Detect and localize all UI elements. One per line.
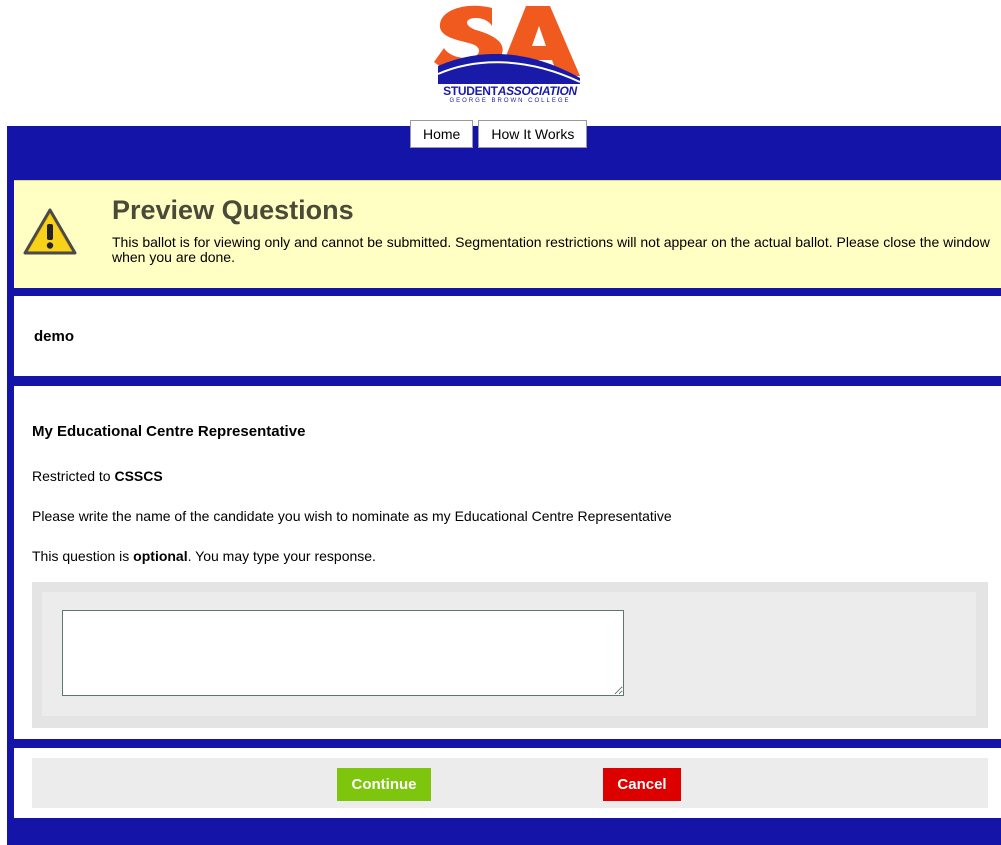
response-area-inner — [42, 592, 976, 716]
restriction-prefix: Restricted to — [32, 468, 115, 484]
logo-association-text: ASSOCIATION — [497, 84, 577, 98]
main-nav: Home How It Works — [410, 120, 588, 148]
warning-icon — [23, 208, 77, 255]
restriction-value: CSSCS — [114, 468, 163, 484]
ballot-frame: Home How It Works Preview Questions This… — [7, 120, 1001, 845]
nav-home[interactable]: Home — [410, 120, 474, 148]
sa-logo-icon — [434, 5, 581, 84]
question-section: My Educational Centre Representative Res… — [14, 386, 1001, 739]
response-area — [32, 582, 988, 728]
ballot-title-section: demo — [14, 296, 1001, 376]
actions-bar: Continue Cancel — [32, 758, 988, 808]
student-association-logo: STUDENTASSOCIATION GEORGE BROWN COLLEGE — [430, 4, 588, 108]
preview-title: Preview Questions — [112, 195, 354, 225]
nav-how-it-works[interactable]: How It Works — [478, 120, 588, 148]
logo-student-text: STUDENT — [443, 84, 498, 98]
question-title: My Educational Centre Representative — [32, 423, 306, 440]
optional-suffix: . You may type your response. — [187, 548, 376, 564]
question-prompt: Please write the name of the candidate y… — [32, 508, 672, 524]
optional-prefix: This question is — [32, 548, 134, 564]
optional-word: optional — [133, 548, 188, 564]
continue-button[interactable]: Continue — [337, 768, 431, 801]
question-optional-note: This question is optional. You may type … — [32, 548, 376, 564]
actions-section: Continue Cancel — [14, 748, 1001, 818]
ballot-title: demo — [34, 328, 75, 345]
response-textarea[interactable] — [62, 610, 624, 696]
preview-notice: Preview Questions This ballot is for vie… — [14, 180, 1001, 288]
question-restriction: Restricted to CSSCS — [32, 468, 163, 484]
logo-college-text: GEORGE BROWN COLLEGE — [449, 98, 571, 104]
cancel-button[interactable]: Cancel — [603, 768, 681, 801]
preview-description: This ballot is for viewing only and cann… — [112, 234, 990, 265]
